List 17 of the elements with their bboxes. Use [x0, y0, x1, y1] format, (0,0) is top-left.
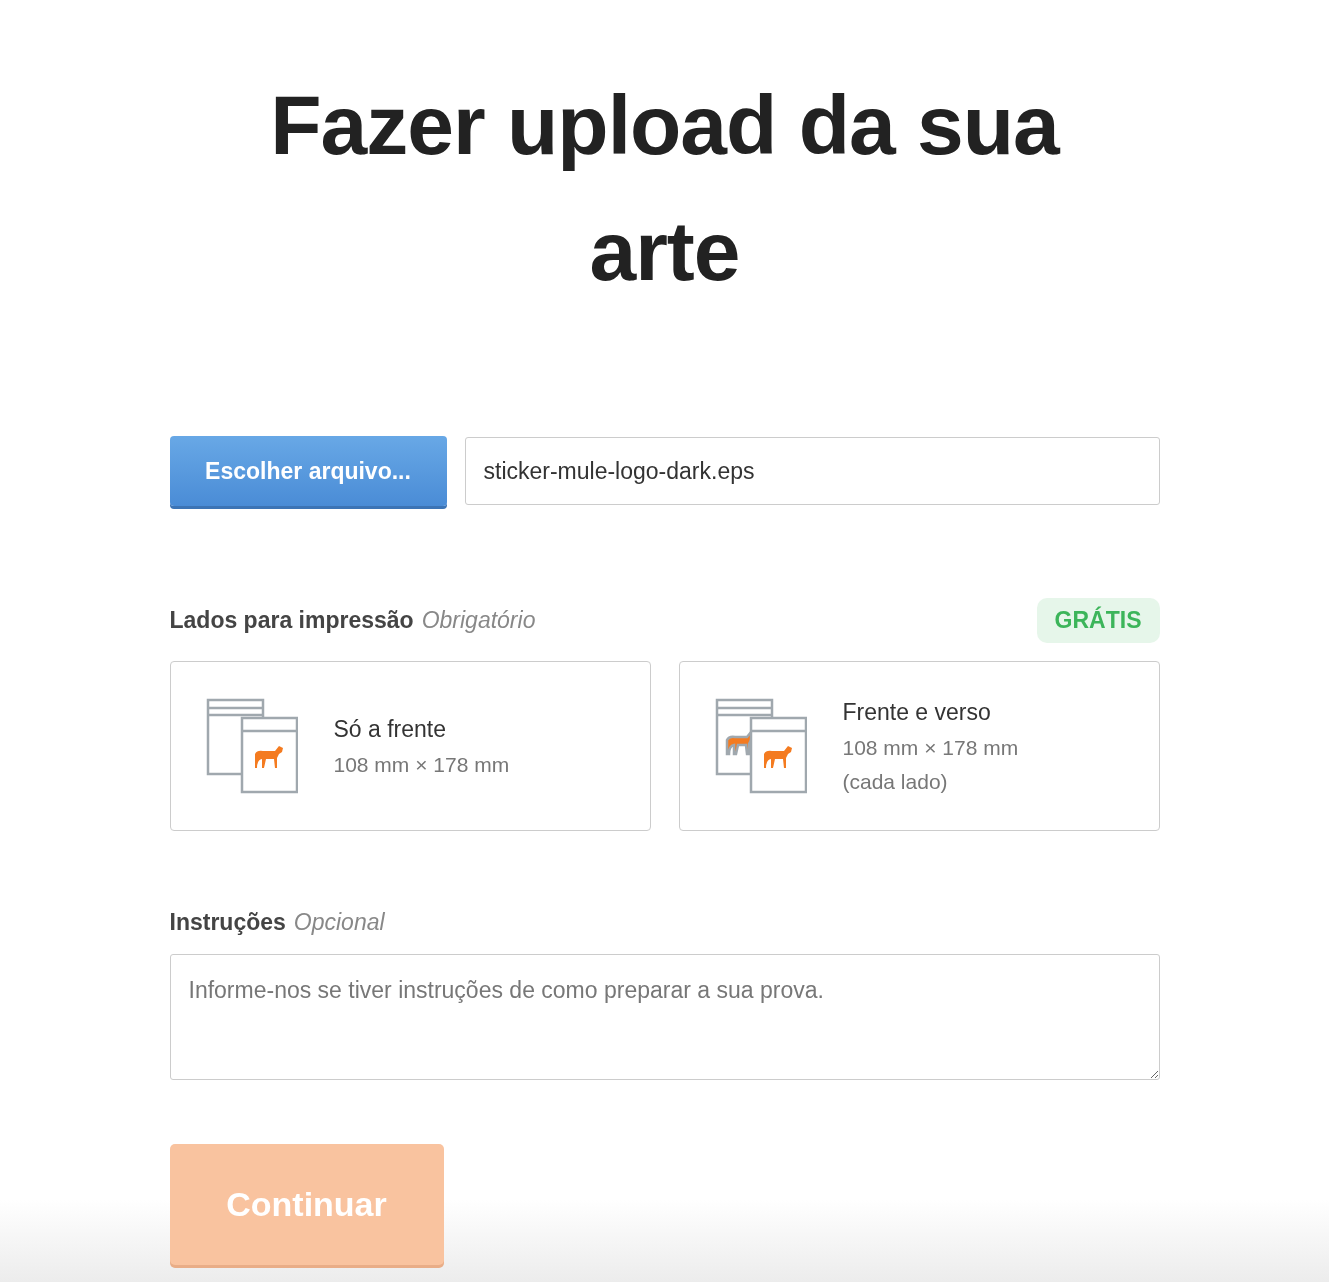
option-detail: 108 mm × 178 mm — [333, 752, 510, 777]
free-badge: GRÁTIS — [1036, 598, 1160, 643]
option-detail: (cada lado) — [842, 769, 949, 794]
single-sided-sheets-icon — [205, 698, 298, 794]
required-hint: Obrigatório — [421, 607, 536, 633]
print-side-option[interactable]: Frente e verso 108 mm × 178 mm (cada lado) — [678, 661, 1160, 831]
two-sided-sheets-icon — [714, 698, 807, 794]
print-side-option[interactable]: Só a frente 108 mm × 178 mm — [169, 661, 651, 831]
instructions-field[interactable]: Informe-nos se tiver instruções de como preparar a sua prova. — [169, 954, 1160, 1080]
page-title: Fazer upload da sua arte — [269, 77, 1061, 300]
option-title: Só a frente — [333, 715, 448, 743]
file-name-field[interactable]: sticker-mule-logo-dark.eps — [464, 437, 1160, 505]
option-title: Frente e verso — [842, 698, 992, 726]
field-label: Instruções — [169, 909, 286, 935]
field-label: Lados para impressão — [169, 607, 414, 633]
option-detail: 108 mm × 178 mm — [842, 735, 1019, 760]
optional-hint: Opcional — [293, 909, 385, 935]
